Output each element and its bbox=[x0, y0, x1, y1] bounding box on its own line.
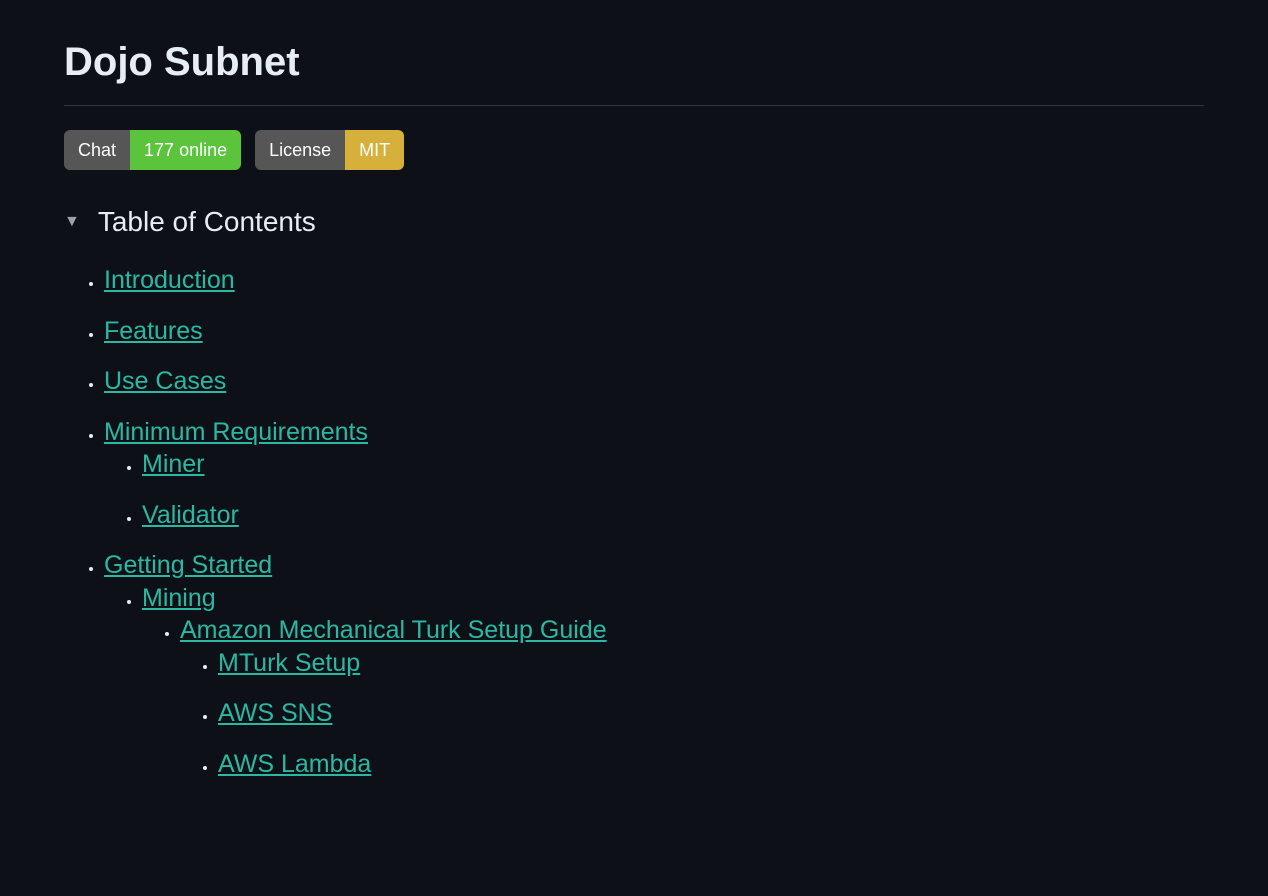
toc-toggle[interactable]: ▼ Table of Contents bbox=[64, 206, 1204, 238]
list-item: Introduction bbox=[104, 264, 1204, 297]
chat-badge-value: 177 online bbox=[130, 130, 241, 170]
toc-link-getting-started[interactable]: Getting Started bbox=[104, 551, 272, 579]
toc-link-aws-sns[interactable]: AWS SNS bbox=[218, 699, 332, 727]
toc-list: Introduction Features Use Cases Minimum … bbox=[64, 264, 1204, 780]
divider bbox=[64, 105, 1204, 106]
license-badge[interactable]: License MIT bbox=[255, 130, 404, 170]
chat-badge-label: Chat bbox=[64, 130, 130, 170]
list-item: Amazon Mechanical Turk Setup Guide MTurk… bbox=[180, 614, 1204, 780]
badge-row: Chat 177 online License MIT bbox=[64, 130, 1204, 170]
list-item: MTurk Setup bbox=[218, 647, 1204, 680]
license-badge-value: MIT bbox=[345, 130, 404, 170]
list-item: AWS SNS bbox=[218, 697, 1204, 730]
list-item: Getting Started Mining Amazon Mechanical… bbox=[104, 549, 1204, 780]
list-item: Validator bbox=[142, 499, 1204, 532]
toc-link-features[interactable]: Features bbox=[104, 317, 203, 345]
toc-link-use-cases[interactable]: Use Cases bbox=[104, 367, 226, 395]
toc-heading: Table of Contents bbox=[98, 206, 316, 238]
list-item: AWS Lambda bbox=[218, 748, 1204, 781]
page-title: Dojo Subnet bbox=[64, 40, 1204, 85]
toc-link-mturk-guide[interactable]: Amazon Mechanical Turk Setup Guide bbox=[180, 616, 607, 644]
toc-link-miner[interactable]: Miner bbox=[142, 450, 205, 478]
chat-badge[interactable]: Chat 177 online bbox=[64, 130, 241, 170]
list-item: Use Cases bbox=[104, 365, 1204, 398]
toc-link-min-requirements[interactable]: Minimum Requirements bbox=[104, 418, 368, 446]
triangle-down-icon: ▼ bbox=[64, 213, 80, 231]
toc-link-introduction[interactable]: Introduction bbox=[104, 266, 235, 294]
license-badge-label: License bbox=[255, 130, 345, 170]
toc-link-validator[interactable]: Validator bbox=[142, 501, 239, 529]
list-item: Features bbox=[104, 315, 1204, 348]
toc-link-mturk-setup[interactable]: MTurk Setup bbox=[218, 649, 360, 677]
toc-link-mining[interactable]: Mining bbox=[142, 584, 216, 612]
list-item: Miner bbox=[142, 448, 1204, 481]
list-item: Minimum Requirements Miner Validator bbox=[104, 416, 1204, 532]
toc-link-aws-lambda[interactable]: AWS Lambda bbox=[218, 750, 371, 778]
list-item: Mining Amazon Mechanical Turk Setup Guid… bbox=[142, 582, 1204, 781]
